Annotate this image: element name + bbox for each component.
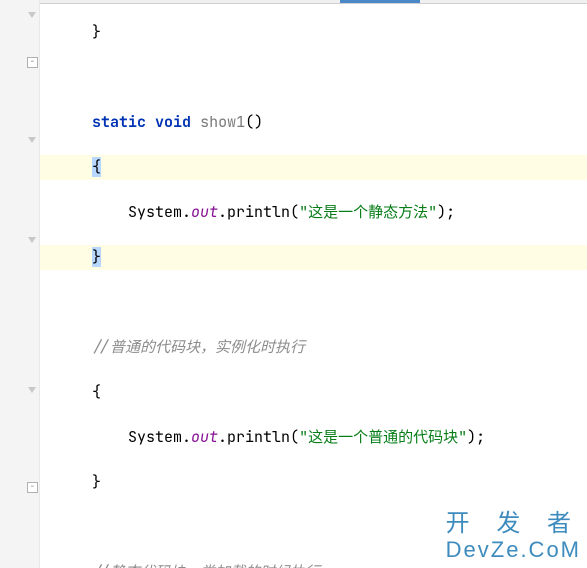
- code-line[interactable]: [40, 515, 587, 540]
- keyword-void: void: [155, 112, 191, 132]
- code-line[interactable]: System.out.println("这是一个静态方法");: [40, 200, 587, 225]
- qualifier: System.: [128, 427, 191, 447]
- call-end: );: [467, 427, 485, 447]
- code-line[interactable]: System.out.println("这是一个普通的代码块");: [40, 425, 587, 450]
- brace-close: }: [92, 247, 101, 267]
- keyword-static: static: [92, 112, 146, 132]
- gutter[interactable]: [0, 0, 26, 568]
- code-line[interactable]: }: [40, 20, 587, 45]
- code-line[interactable]: }: [40, 245, 587, 270]
- code-line[interactable]: }: [40, 470, 587, 495]
- code-line[interactable]: {: [40, 380, 587, 405]
- code-line[interactable]: {: [40, 155, 587, 180]
- code-line[interactable]: [40, 65, 587, 90]
- call: .println(: [218, 427, 299, 447]
- code-line[interactable]: [40, 290, 587, 315]
- code-editor[interactable]: } static void show1() { System.out.print…: [0, 0, 587, 568]
- comment: //普通的代码块，实例化时执行: [92, 337, 305, 357]
- code-content[interactable]: } static void show1() { System.out.print…: [26, 0, 587, 568]
- code-line[interactable]: //普通的代码块，实例化时执行: [40, 335, 587, 360]
- code-line[interactable]: //静态代码块，类加载的时候执行: [40, 560, 587, 568]
- brace-close: }: [92, 472, 101, 492]
- string-literal: "这是一个普通的代码块": [299, 427, 467, 447]
- qualifier: System.: [128, 202, 191, 222]
- field-out: out: [191, 202, 218, 222]
- string-literal: "这是一个静态方法": [299, 202, 437, 222]
- call: .println(: [218, 202, 299, 222]
- brace: }: [92, 22, 101, 42]
- parens: (): [245, 112, 263, 132]
- brace-open: {: [92, 382, 101, 402]
- field-out: out: [191, 427, 218, 447]
- call-end: );: [437, 202, 455, 222]
- comment: //静态代码块，类加载的时候执行: [92, 562, 320, 568]
- method-name: show1: [200, 112, 245, 132]
- brace-open: {: [92, 157, 101, 177]
- code-line[interactable]: static void show1(): [40, 110, 587, 135]
